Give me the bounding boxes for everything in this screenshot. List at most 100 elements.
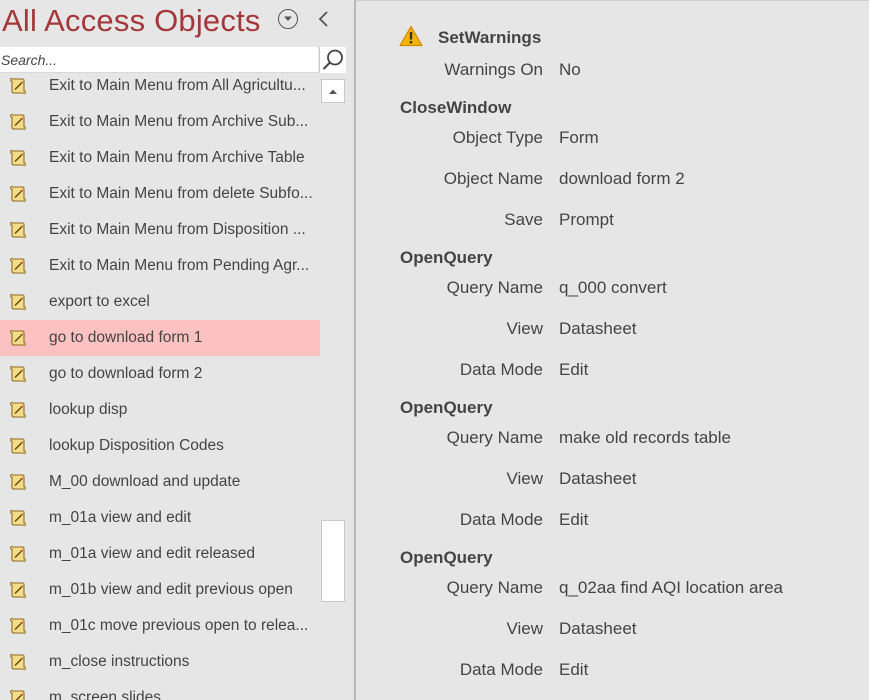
- search-button[interactable]: [319, 47, 346, 73]
- nav-item-label: Exit to Main Menu from delete Subfo...: [49, 185, 313, 202]
- nav-list-item[interactable]: go to download form 1: [0, 320, 320, 356]
- macro-scroll-icon: [10, 186, 26, 202]
- shutter-bar-close-button[interactable]: [315, 8, 333, 30]
- macro-argument-label: View: [506, 469, 543, 488]
- macro-scroll-icon: [10, 150, 26, 166]
- macro-argument-value[interactable]: download form 2: [559, 169, 685, 189]
- macro-scroll-icon: [10, 474, 26, 490]
- macro-scroll-icon: [10, 258, 26, 274]
- macro-argument-value[interactable]: No: [559, 60, 581, 80]
- macro-action-name[interactable]: OpenQuery: [400, 548, 493, 568]
- macro-scroll-icon: [10, 114, 26, 130]
- nav-item-label: Exit to Main Menu from Archive Sub...: [49, 113, 309, 130]
- macro-argument-value[interactable]: q_02aa find AQI location area: [559, 578, 783, 598]
- macro-argument-label: Data Mode: [459, 510, 543, 529]
- nav-list-item[interactable]: Exit to Main Menu from Archive Table: [0, 140, 320, 176]
- macro-argument-value[interactable]: Datasheet: [559, 469, 637, 489]
- macro-argument-label: Query Name: [446, 578, 543, 597]
- macro-argument-label: Save: [504, 210, 543, 229]
- nav-item-label: m_01a view and edit: [49, 509, 192, 526]
- pane-splitter[interactable]: [346, 0, 356, 700]
- chevron-up-icon: [329, 89, 337, 94]
- vertical-scrollbar[interactable]: [320, 78, 346, 700]
- macro-argument-value[interactable]: Prompt: [559, 210, 614, 230]
- nav-list-item[interactable]: m_01c move previous open to relea...: [0, 608, 320, 644]
- macro-argument-value[interactable]: Edit: [559, 510, 588, 530]
- nav-list-item[interactable]: M_00 download and update: [0, 464, 320, 500]
- nav-list-item[interactable]: m_01b view and edit previous open: [0, 572, 320, 608]
- macro-argument-value[interactable]: Form: [559, 128, 599, 148]
- nav-list-item[interactable]: lookup disp: [0, 392, 320, 428]
- macro-scroll-icon: [10, 654, 26, 670]
- nav-list-item[interactable]: Exit to Main Menu from delete Subfo...: [0, 176, 320, 212]
- nav-item-label: m_close instructions: [49, 653, 190, 670]
- macro-argument-value[interactable]: Datasheet: [559, 319, 637, 339]
- macro-argument-label: Warnings On: [444, 60, 543, 79]
- nav-item-label: Exit to Main Menu from All Agricultu...: [49, 77, 306, 94]
- macro-action-name[interactable]: OpenQuery: [400, 248, 493, 268]
- nav-item-label: go to download form 1: [49, 329, 203, 346]
- nav-item-label: lookup Disposition Codes: [49, 437, 224, 454]
- nav-list-item[interactable]: export to excel: [0, 284, 320, 320]
- macro-scroll-icon: [10, 546, 26, 562]
- nav-item-label: go to download form 2: [49, 365, 203, 382]
- navigation-pane: All Access Objects Exit to Main Menu fro…: [0, 0, 346, 700]
- macro-argument-label: View: [506, 619, 543, 638]
- nav-item-label: m_screen slides: [49, 689, 161, 700]
- navigation-pane-header: All Access Objects: [0, 0, 346, 46]
- macro-action-name[interactable]: SetWarnings: [438, 28, 541, 48]
- macro-scroll-icon: [10, 222, 26, 238]
- nav-item-label: m_01a view and edit released: [49, 545, 255, 562]
- chevron-down-icon: [284, 16, 292, 21]
- scroll-up-button[interactable]: [321, 79, 345, 103]
- nav-menu-button[interactable]: [278, 9, 298, 29]
- macro-argument-label: Query Name: [446, 428, 543, 447]
- nav-item-label: m_01b view and edit previous open: [49, 581, 293, 598]
- search-icon: [322, 49, 343, 70]
- nav-item-label: export to excel: [49, 293, 150, 310]
- nav-item-label: Exit to Main Menu from Pending Agr...: [49, 257, 310, 274]
- object-list: Exit to Main Menu from All Agricultu... E…: [0, 68, 320, 700]
- nav-list-item[interactable]: m_close instructions: [0, 644, 320, 680]
- nav-item-label: Exit to Main Menu from Disposition ...: [49, 221, 306, 238]
- nav-item-label: lookup disp: [49, 401, 128, 418]
- warning-triangle-icon: [399, 25, 423, 47]
- macro-argument-label: Object Type: [452, 128, 543, 147]
- nav-list-item[interactable]: m_01a view and edit released: [0, 536, 320, 572]
- nav-list-item[interactable]: m_01a view and edit: [0, 500, 320, 536]
- macro-argument-label: Data Mode: [459, 360, 543, 379]
- macro-scroll-icon: [10, 366, 26, 382]
- macro-scroll-icon: [10, 690, 25, 700]
- macro-scroll-icon: [10, 438, 26, 454]
- chevron-left-icon: [318, 11, 328, 27]
- nav-list-item[interactable]: Exit to Main Menu from All Agricultu...: [0, 68, 320, 104]
- macro-scroll-icon: [10, 402, 26, 418]
- macro-argument-value[interactable]: make old records table: [559, 428, 731, 448]
- macro-argument-label: Object Name: [443, 169, 543, 188]
- nav-list-item[interactable]: go to download form 2: [0, 356, 320, 392]
- macro-argument-value[interactable]: Edit: [559, 660, 588, 680]
- macro-scroll-icon: [10, 294, 26, 310]
- macro-argument-label: Query Name: [446, 278, 543, 297]
- macro-argument-label: View: [506, 319, 543, 338]
- navigation-pane-title[interactable]: All Access Objects: [2, 3, 261, 39]
- macro-scroll-icon: [10, 510, 26, 526]
- nav-list-item[interactable]: Exit to Main Menu from Archive Sub...: [0, 104, 320, 140]
- macro-scroll-icon: [10, 78, 26, 94]
- nav-item-label: m_01c move previous open to relea...: [49, 617, 309, 634]
- macro-argument-label: Data Mode: [459, 660, 543, 679]
- macro-action-name[interactable]: OpenQuery: [400, 398, 493, 418]
- nav-list-item[interactable]: Exit to Main Menu from Pending Agr...: [0, 248, 320, 284]
- scrollbar-thumb[interactable]: [321, 520, 345, 602]
- macro-argument-value[interactable]: Datasheet: [559, 619, 637, 639]
- nav-list-item[interactable]: m_screen slides: [0, 680, 320, 700]
- nav-list-item[interactable]: lookup Disposition Codes: [0, 428, 320, 464]
- nav-list-item[interactable]: Exit to Main Menu from Disposition ...: [0, 212, 320, 248]
- macro-action-name[interactable]: CloseWindow: [400, 98, 511, 118]
- macro-scroll-icon: [10, 582, 26, 598]
- macro-argument-value[interactable]: q_000 convert: [559, 278, 667, 298]
- nav-item-label: Exit to Main Menu from Archive Table: [49, 149, 305, 166]
- macro-scroll-icon: [10, 330, 26, 346]
- macro-scroll-icon: [10, 618, 26, 634]
- macro-argument-value[interactable]: Edit: [559, 360, 588, 380]
